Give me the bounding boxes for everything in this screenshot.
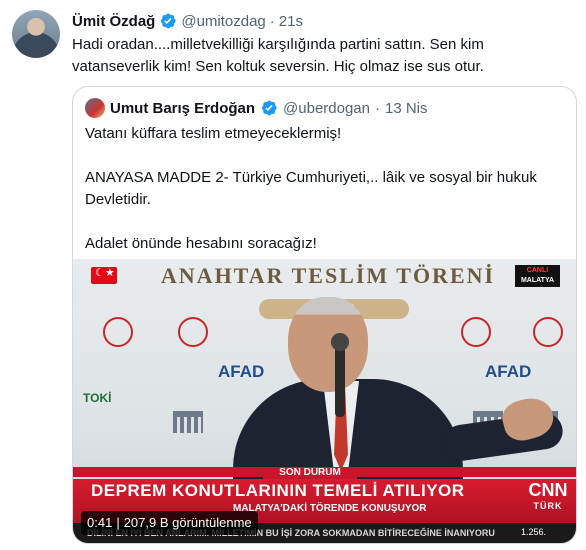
quoted-tweet[interactable]: Umut Barış Erdoğan @uberdogan · 13 Nis V… [72,86,577,544]
quoted-tweet-timestamp[interactable]: 13 Nis [385,100,428,117]
author-avatar[interactable] [12,10,60,58]
ministry-seal-icon [461,317,491,347]
quoted-author-handle[interactable]: @uberdogan [283,100,370,117]
quoted-author-name[interactable]: Umut Barış Erdoğan [110,100,255,117]
afad-logo: AFAD [218,362,265,381]
afad-logo: AFAD [485,362,532,381]
verified-badge-icon [261,100,277,116]
quoted-paragraph: Adalet önünde hesabını soracağız! [85,235,317,252]
network-sub: TÜRK [533,501,563,511]
ticker-number: 1.256. [521,527,547,537]
ticker-headline: DEPREM KONUTLARININ TEMELİ ATILIYOR [91,481,465,500]
cnn-turk-logo: CNN TÜRK [525,479,571,523]
live-label: CANLI [526,267,549,274]
turkish-flag-icon [91,266,117,284]
quoted-author-avatar[interactable] [85,98,105,118]
ministry-seal-icon [103,317,133,347]
verified-badge-icon [161,13,177,29]
live-location: MALATYA [520,277,555,284]
toki-logo: TOKİ [83,391,112,405]
video-overlay-badge: 0:41 | 207,9 B görüntülenme [81,511,258,535]
quoted-tweet-header: Umut Barış Erdoğan @uberdogan · 13 Nis [85,97,428,119]
quoted-line: ANAYASA MADDE 2- Türkiye Cumhuriyeti,.. … [85,169,537,186]
housing-logo-icon [173,411,203,433]
quoted-tweet-text: Vatanı küffara teslim etmeyeceklermiş! A… [85,123,565,277]
quoted-paragraph: ANAYASA MADDE 2- Türkiye Cumhuriyeti,.. … [85,167,565,211]
quoted-line: Devletidir. [85,191,151,208]
tweet-timestamp[interactable]: 21s [279,13,303,30]
network-name: CNN [528,480,568,500]
tweet-text-line: Hadi oradan....milletvekilliği karşılığı… [72,36,484,53]
quoted-paragraph: Vatanı küffara teslim etmeyeceklermiş! [85,125,342,142]
ticker-label: SON DURUM [263,467,357,479]
tweet-text: Hadi oradan....milletvekilliği karşılığı… [72,34,542,78]
video-player[interactable]: ANAHTAR TESLİM TÖRENİ 13 NİSA AFAD AFAD … [73,259,576,543]
header-separator: · [269,12,275,30]
video-time: 0:41 [87,515,113,530]
tweet[interactable]: Ümit Özdağ @umitozdag · 21s Hadi oradan.… [0,0,586,550]
ministry-seal-icon [178,317,208,347]
microphone-head-icon [331,333,349,351]
banner-title: ANAHTAR TESLİM TÖRENİ [160,263,496,288]
author-name[interactable]: Ümit Özdağ [72,13,155,30]
ticker-subheadline: MALATYA'DAKİ TÖRENDE KONUŞUYOR [233,503,427,514]
tweet-header: Ümit Özdağ @umitozdag · 21s [72,10,303,32]
ministry-seal-icon [533,317,563,347]
views-separator: | [116,515,120,530]
author-handle[interactable]: @umitozdag [181,13,265,30]
speaker-head [288,297,368,392]
header-separator: · [375,99,380,117]
video-views: 207,9 B görüntülenme [123,515,252,530]
tweet-text-line: vatanseverlik kim! Sen koltuk seversin. … [72,58,484,75]
live-badge: CANLI MALATYA [515,265,560,287]
